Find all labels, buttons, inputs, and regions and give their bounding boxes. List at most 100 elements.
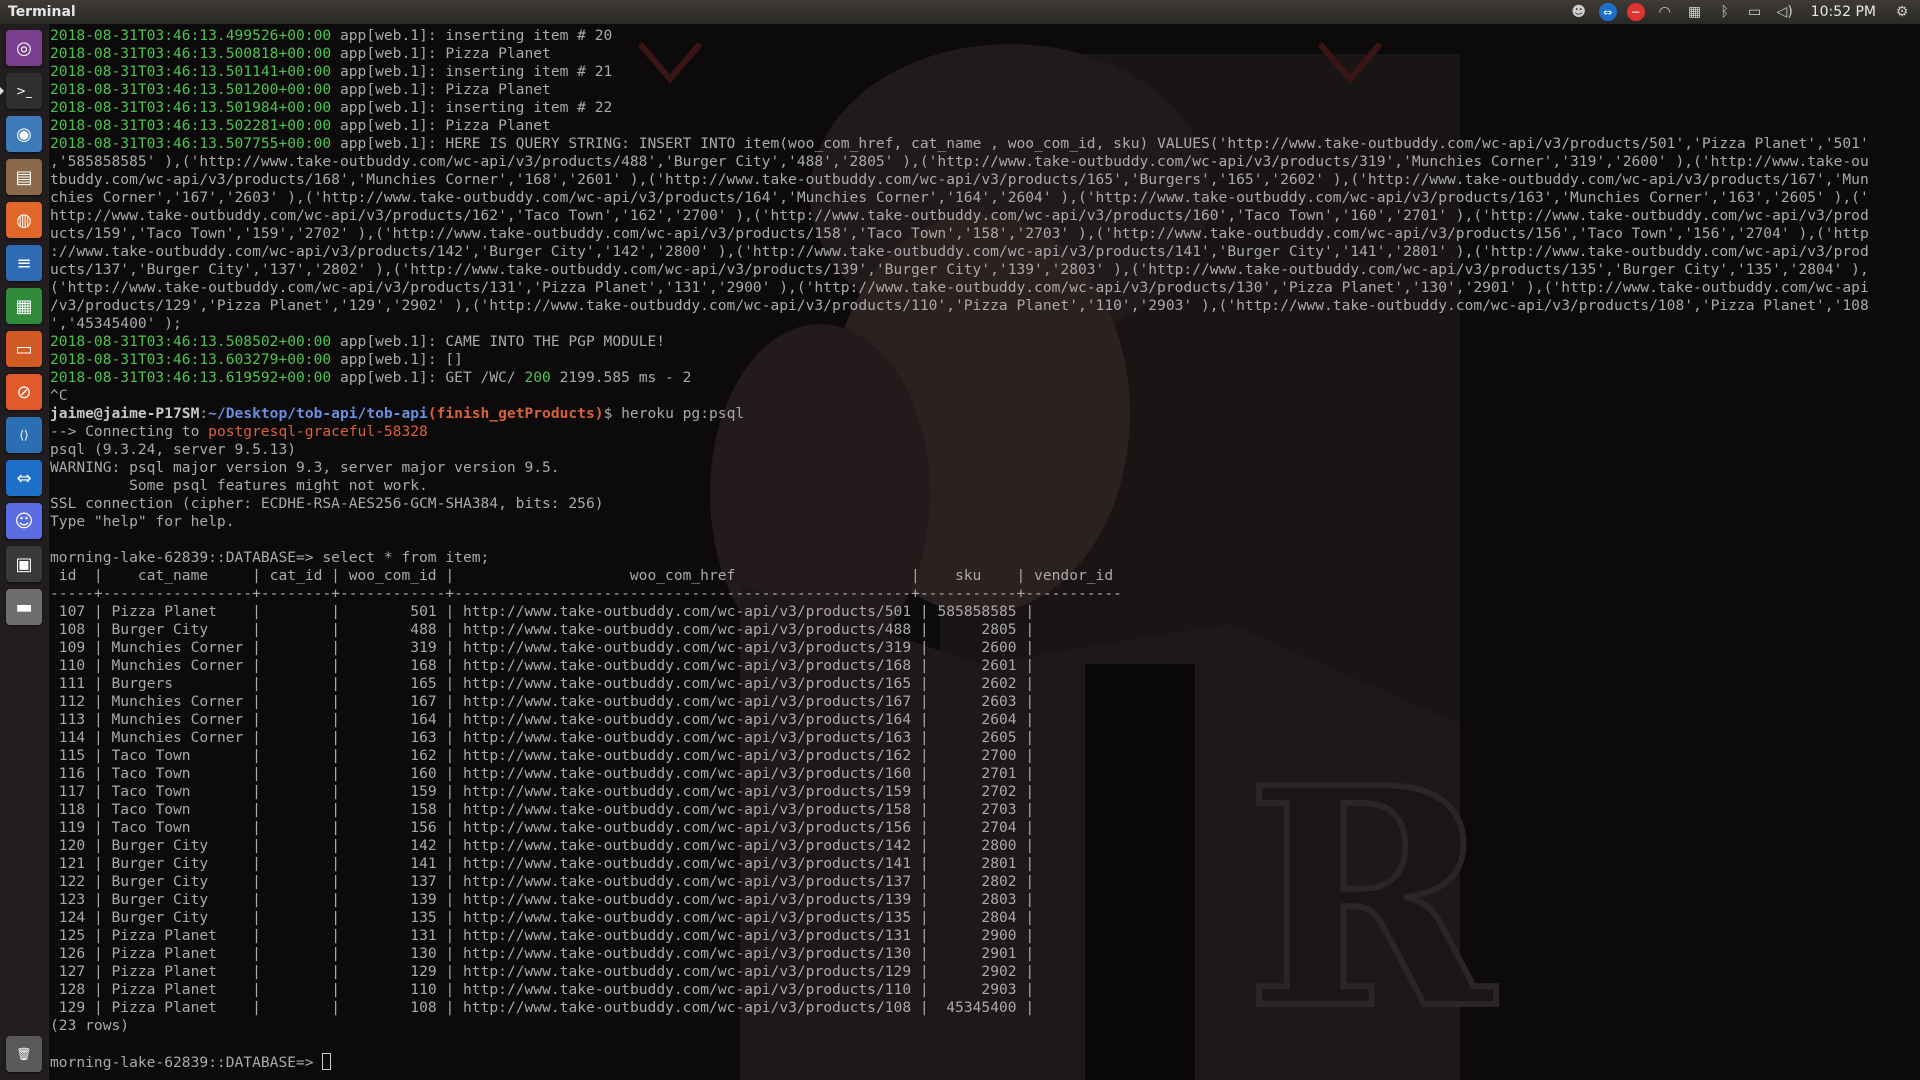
cell-vendor-id — [1034, 711, 1043, 728]
wifi-icon[interactable]: ◠ — [1655, 3, 1675, 21]
cell-woo-com-id: 168 — [340, 657, 446, 674]
column-separator: | — [1025, 891, 1035, 908]
clock[interactable]: 10:52 PM — [1811, 4, 1876, 20]
column-separator: | — [93, 855, 103, 872]
cell-woo-com-id: 130 — [340, 945, 446, 962]
column-separator: | — [252, 999, 261, 1016]
cell-sku: 2702 — [928, 783, 1026, 800]
discord-icon[interactable]: ☺ — [6, 503, 42, 539]
cell-woo-com-href: http://www.take-outbuddy.com/wc-api/v3/p… — [454, 603, 920, 620]
psql-text: psql (9.3.24, server 9.5.13) — [50, 441, 297, 458]
log-timestamp: 2018-08-31T03:46:13.501984+00:00 — [50, 99, 332, 116]
trash-icon[interactable]: 🗑 — [6, 1036, 42, 1072]
cell-vendor-id — [1034, 693, 1043, 710]
terminal-icon[interactable]: >_ — [0, 73, 42, 109]
cell-cat-id — [261, 729, 331, 746]
cell-vendor-id — [1034, 945, 1043, 962]
column-separator: | — [331, 981, 340, 998]
cell-cat-name: Pizza Planet — [102, 945, 253, 962]
cell-id: 123 — [50, 891, 94, 908]
cell-id: 107 — [50, 603, 94, 620]
row-count: (23 rows) — [50, 1017, 1916, 1035]
system-icon[interactable]: ▣ — [6, 546, 42, 582]
cell-cat-name: Munchies Corner — [102, 693, 253, 710]
cell-woo-com-id: 129 — [340, 963, 446, 980]
psql-info-line: Type "help" for help. — [50, 513, 1916, 531]
table-row: 129 | Pizza Planet | | 108 | http://www.… — [50, 999, 1916, 1017]
cell-id: 129 — [50, 999, 94, 1016]
cell-woo-com-href: http://www.take-outbuddy.com/wc-api/v3/p… — [454, 675, 920, 692]
column-separator: | — [252, 729, 261, 746]
vscode-icon[interactable]: ⟨⟩ — [6, 417, 42, 453]
cell-vendor-id — [1034, 873, 1043, 890]
calc-icon[interactable]: ▦ — [6, 288, 42, 324]
cell-id: 117 — [50, 783, 94, 800]
bluetooth-icon[interactable]: ᛒ — [1715, 3, 1735, 21]
table-row: 107 | Pizza Planet | | 501 | http://www.… — [50, 603, 1916, 621]
terminal-output[interactable]: 2018-08-31T03:46:13.499526+00:00 app[web… — [50, 27, 1916, 1071]
cell-vendor-id — [1034, 837, 1043, 854]
table-row: 128 | Pizza Planet | | 110 | http://www.… — [50, 981, 1916, 999]
teamviewer-icon[interactable]: ⇔ — [6, 460, 42, 496]
cell-cat-id — [261, 891, 331, 908]
log-message: 2199.585 ms - 2 — [550, 369, 692, 386]
log-message: app[web.1]: Pizza Planet — [331, 117, 551, 134]
cell-cat-id — [261, 909, 331, 926]
column-separator: | — [1025, 639, 1035, 656]
cell-vendor-id — [1034, 891, 1043, 908]
drive-icon[interactable]: ▬ — [6, 589, 42, 625]
cell-woo-com-href: http://www.take-outbuddy.com/wc-api/v3/p… — [454, 837, 920, 854]
table-row: 121 | Burger City | | 141 | http://www.t… — [50, 855, 1916, 873]
cell-cat-name: Munchies Corner — [102, 711, 253, 728]
compass-icon[interactable]: ⊘ — [6, 374, 42, 410]
writer-icon[interactable]: ≡ — [6, 245, 42, 281]
cell-woo-com-href: http://www.take-outbuddy.com/wc-api/v3/p… — [454, 621, 920, 638]
volume-icon[interactable]: ◁) — [1775, 3, 1795, 21]
column-separator: | — [93, 909, 103, 926]
cell-id: 119 — [50, 819, 94, 836]
log-line: 2018-08-31T03:46:13.501984+00:00 app[web… — [50, 99, 1916, 117]
cell-vendor-id — [1034, 621, 1043, 638]
impress-icon[interactable]: ▭ — [6, 331, 42, 367]
column-separator: | — [93, 945, 103, 962]
log-message: app[web.1]: Pizza Planet — [331, 81, 551, 98]
dash-icon[interactable]: ◎ — [6, 30, 42, 66]
cell-cat-name: Burger City — [102, 909, 253, 926]
teamviewer-tray-icon[interactable]: ⇔ — [1598, 3, 1617, 21]
psql-info-line: WARNING: psql major version 9.3, server … — [50, 459, 1916, 477]
chromium-icon[interactable]: ◉ — [6, 116, 42, 152]
query-string-line: ucts/137','Burger City','137','2802' ),(… — [50, 261, 1916, 279]
cell-woo-com-href: http://www.take-outbuddy.com/wc-api/v3/p… — [454, 765, 920, 782]
column-separator: | — [93, 837, 103, 854]
prompt-path: ~/Desktop/tob-api/tob-api — [208, 405, 428, 422]
cell-sku: 2703 — [928, 801, 1026, 818]
battery-icon[interactable]: ▭ — [1745, 3, 1765, 21]
cell-woo-com-id: 110 — [340, 981, 446, 998]
query-text: ','45345400' ); — [50, 315, 182, 332]
cell-woo-com-href: http://www.take-outbuddy.com/wc-api/v3/p… — [454, 783, 920, 800]
cell-cat-id — [261, 873, 331, 890]
cell-cat-id — [261, 963, 331, 980]
query-string-line: ://www.take-outbuddy.com/wc-api/v3/produ… — [50, 243, 1916, 261]
final-prompt-line[interactable]: morning-lake-62839::DATABASE=> — [50, 1053, 1916, 1071]
column-separator: | — [1025, 783, 1035, 800]
column-separator: | — [93, 927, 103, 944]
gear-icon[interactable]: ⚙ — [1892, 3, 1912, 21]
cell-id: 128 — [50, 981, 94, 998]
cell-woo-com-id: 488 — [340, 621, 446, 638]
query-string-line: http://www.take-outbuddy.com/wc-api/v3/p… — [50, 207, 1916, 225]
blocked-tray-icon[interactable]: − — [1626, 3, 1645, 21]
text-cursor[interactable] — [322, 1053, 332, 1070]
discord-tray-icon[interactable]: ☻ — [1569, 3, 1589, 21]
column-separator: | — [331, 747, 340, 764]
column-separator: | — [331, 819, 340, 836]
files-icon[interactable]: ▤ — [6, 159, 42, 195]
keyboard-icon[interactable]: ▦ — [1685, 3, 1705, 21]
cell-id: 118 — [50, 801, 94, 818]
cell-cat-id — [261, 927, 331, 944]
cell-woo-com-href: http://www.take-outbuddy.com/wc-api/v3/p… — [454, 927, 920, 944]
cell-woo-com-id: 165 — [340, 675, 446, 692]
cell-sku: 2903 — [928, 981, 1026, 998]
firefox-icon[interactable]: ◍ — [6, 202, 42, 238]
column-separator: | — [331, 855, 340, 872]
